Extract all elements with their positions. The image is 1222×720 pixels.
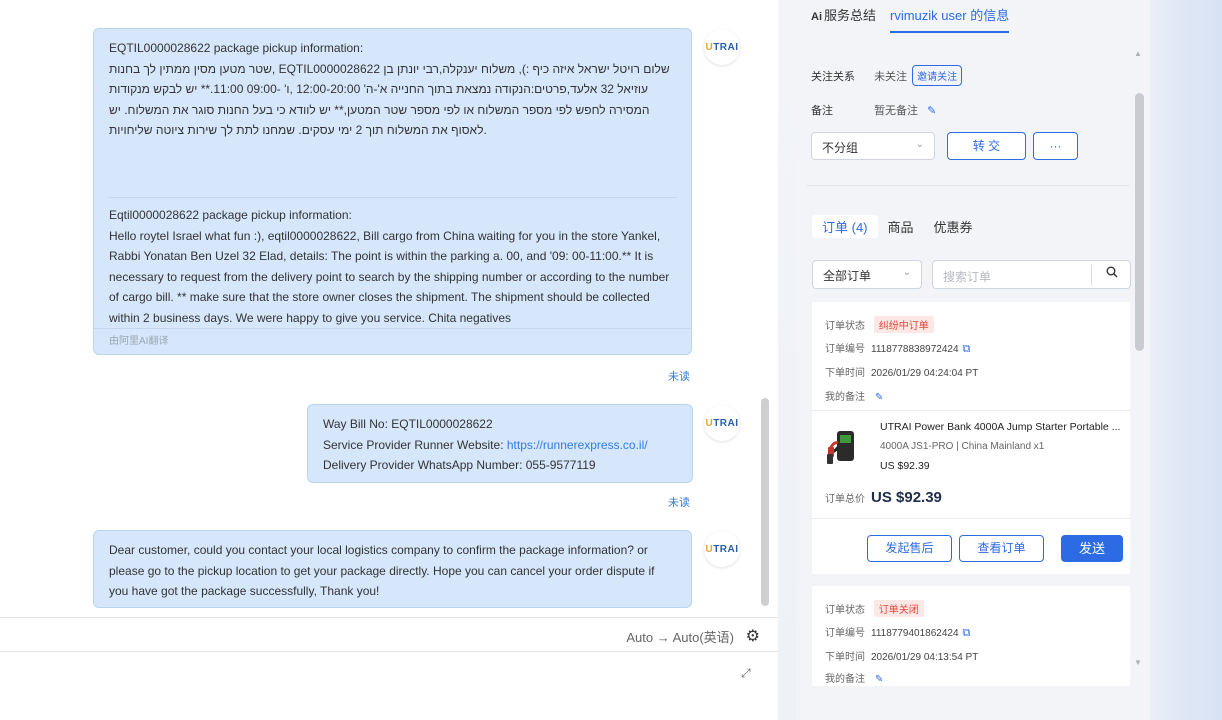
avatar[interactable]: U TRAI	[704, 405, 740, 441]
divider-gap	[778, 0, 796, 720]
status-badge: 纠纷中订单	[873, 316, 934, 333]
whatsapp-line: Delivery Provider WhatsApp Number: 055-9…	[323, 458, 596, 472]
tab-products[interactable]: 商品	[878, 215, 924, 238]
order-number-row: 订单编号 1118778838972424 ⧉	[825, 343, 971, 355]
translated-text: Hello roytel Israel what fun :), eqtil00…	[109, 228, 670, 325]
scroll-down-icon[interactable]: ▼	[1134, 658, 1142, 667]
edit-icon[interactable]: ✎	[875, 392, 883, 403]
scroll-up-icon[interactable]: ▲	[1134, 49, 1142, 58]
avatar[interactable]: U TRAI	[704, 29, 740, 65]
translated-header: Eqtil0000028622 package pickup informati…	[109, 208, 352, 222]
message-bubble-sent-2[interactable]: Dear customer, could you contact your lo…	[93, 530, 692, 608]
tab-service-summary[interactable]: Ai 服务总结	[811, 5, 876, 33]
search-input[interactable]: 搜索订单	[943, 268, 991, 285]
more-button[interactable]: ···	[1033, 132, 1078, 160]
order-actions: 发起售后 查看订单 发送	[812, 518, 1130, 562]
invite-follow-button[interactable]: 邀请关注	[912, 65, 963, 86]
order-filter-select[interactable]: 全部订单 ⌄	[812, 260, 922, 289]
translated-message: Eqtil0000028622 package pickup informati…	[109, 205, 677, 328]
follow-row: 关注关系 未关注 邀请关注	[811, 65, 963, 86]
note-row: 备注 暂无备注 ✎	[811, 105, 937, 117]
order-time-row: 下单时间 2026/01/29 04:13:54 PT	[825, 652, 979, 663]
chevron-down-icon: ⌄	[902, 267, 911, 278]
website-line: Service Provider Runner Website: https:/…	[323, 437, 648, 452]
order-search[interactable]: 搜索订单	[932, 260, 1131, 289]
avatar[interactable]: U TRAI	[704, 531, 740, 567]
order-status-row: 订单状态 纠纷中订单	[825, 316, 934, 333]
transfer-button[interactable]: 转 交	[947, 132, 1026, 160]
order-total: 订单总价 US $92.39	[825, 489, 942, 506]
message-text: Dear customer, could you contact your lo…	[109, 543, 655, 598]
chevron-down-icon: ⌄	[915, 139, 924, 150]
after-sale-button[interactable]: 发起售后	[867, 535, 952, 562]
product-image	[822, 423, 868, 469]
order-time-row: 下单时间 2026/01/29 04:24:04 PT	[825, 368, 979, 379]
order-card-1: 订单状态 纠纷中订单 订单编号 1118778838972424 ⧉ 下单时间 202…	[812, 302, 1130, 574]
order-status-row: 订单状态 订单关闭	[825, 600, 924, 617]
message-original-text: שטר מטען מסין ממתין לך בחנות, EQTIL00000…	[109, 61, 670, 138]
send-button[interactable]: 发送	[1061, 535, 1123, 562]
waybill-line: Way Bill No: EQTIL0000028622	[323, 417, 493, 431]
divider	[1091, 265, 1092, 285]
chat-area: EQTIL0000028622 package pickup informati…	[0, 0, 780, 720]
order-product[interactable]: UTRAI Power Bank 4000A Jump Starter Port…	[812, 410, 1130, 482]
read-status: 未读	[668, 371, 690, 383]
tab-orders[interactable]: 订单 (4)	[812, 215, 878, 238]
message-bubble-sent-1[interactable]: Way Bill No: EQTIL0000028622 Service Pro…	[307, 404, 693, 483]
edit-icon[interactable]: ✎	[875, 674, 883, 685]
order-number-row: 订单编号 1118779401862424 ⧉	[825, 627, 971, 639]
status-badge: 订单关闭	[873, 600, 924, 617]
group-select[interactable]: 不分组 ⌄	[811, 132, 935, 160]
order-note-row: 我的备注 ✎	[825, 674, 884, 685]
panel-scrollbar[interactable]: ▲ ▼	[1134, 45, 1144, 675]
order-tabs: 订单 (4) 商品 优惠券	[812, 215, 983, 238]
expand-icon[interactable]: ⤢	[741, 666, 751, 681]
message-input[interactable]	[0, 653, 778, 720]
original-message: EQTIL0000028622 package pickup informati…	[94, 29, 691, 141]
message-header: EQTIL0000028622 package pickup informati…	[109, 41, 364, 55]
tab-user-info[interactable]: rvimuzik user 的信息	[890, 5, 1010, 33]
gear-icon[interactable]: ⚙	[746, 626, 760, 646]
divider	[806, 185, 1130, 186]
tab-coupons[interactable]: 优惠券	[924, 215, 983, 238]
search-icon[interactable]	[1106, 266, 1118, 281]
website-link[interactable]: https://runnerexpress.co.il/	[507, 438, 648, 452]
scrollbar-thumb[interactable]	[1135, 93, 1144, 351]
edit-icon[interactable]: ✎	[927, 105, 936, 117]
translation-source: 由阿里AI翻译	[94, 328, 691, 354]
customer-info-panel: Ai 服务总结 rvimuzik user 的信息 关注关系 未关注 邀请关注 备…	[796, 0, 1150, 720]
translate-bar: Auto → Auto(英语) ⚙	[0, 617, 778, 652]
chat-scrollbar[interactable]	[761, 398, 769, 606]
message-bubble-received-1[interactable]: EQTIL0000028622 package pickup informati…	[93, 28, 692, 355]
background	[1150, 0, 1222, 720]
product-name: UTRAI Power Bank 4000A Jump Starter Port…	[880, 421, 1121, 433]
panel-tabs: Ai 服务总结 rvimuzik user 的信息	[811, 5, 1010, 33]
product-price: US $92.39	[880, 460, 930, 472]
copy-icon[interactable]: ⧉	[963, 627, 971, 639]
read-status: 未读	[668, 497, 690, 509]
divider	[108, 197, 677, 198]
copy-icon[interactable]: ⧉	[963, 343, 971, 355]
order-note-row: 我的备注 ✎	[825, 392, 884, 403]
order-card-2: 订单状态 订单关闭 订单编号 1118779401862424 ⧉ 下单时间 2026…	[812, 586, 1130, 686]
panel-bottom	[796, 686, 1150, 720]
translate-setting[interactable]: Auto → Auto(英语)	[626, 627, 734, 646]
user-info-card: 关注关系 未关注 邀请关注 备注 暂无备注 ✎ 不分组 ⌄ 转 交 ···	[806, 45, 1130, 185]
view-order-button[interactable]: 查看订单	[959, 535, 1044, 562]
product-spec: 4000A JS1-PRO | China Mainland x1	[880, 441, 1045, 452]
